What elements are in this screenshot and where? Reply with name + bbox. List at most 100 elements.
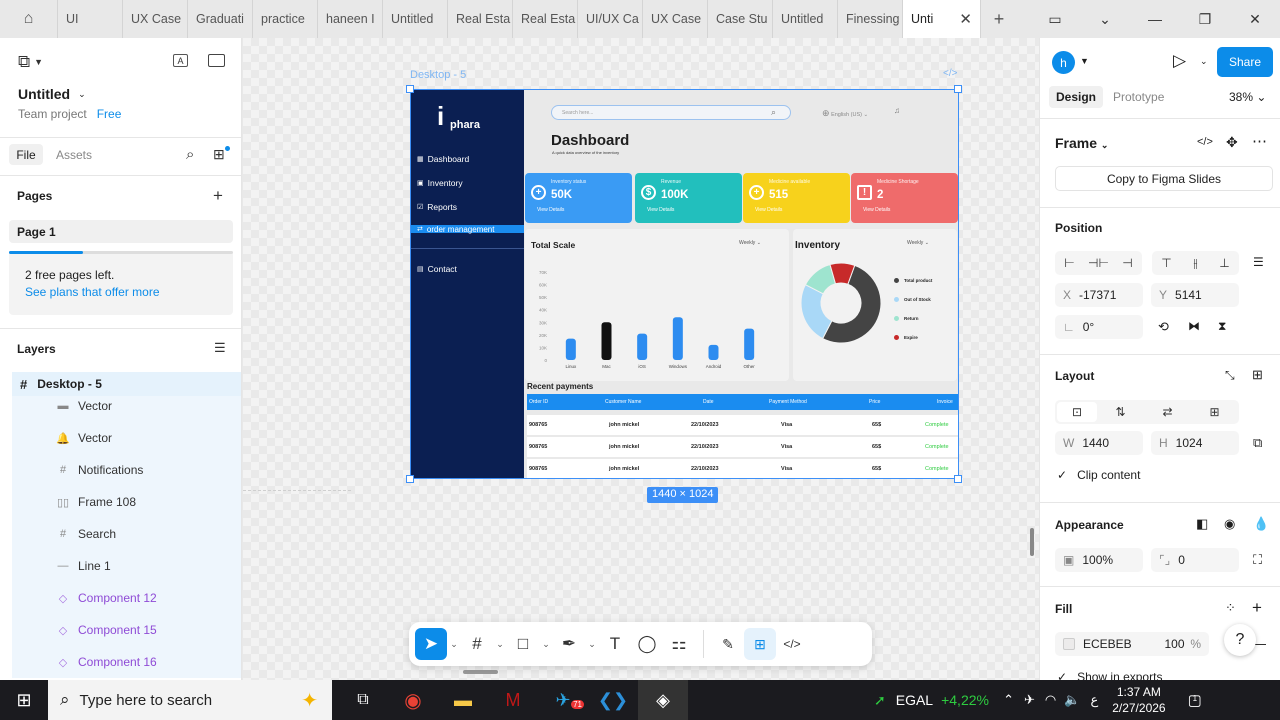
play-icon[interactable]: ▷ bbox=[1173, 51, 1186, 71]
notification-icon[interactable]: ▢ 1 bbox=[1188, 691, 1202, 709]
horizontal-scrollbar[interactable] bbox=[463, 670, 498, 674]
resize-handle[interactable] bbox=[406, 475, 414, 483]
file-explorer-icon[interactable]: ▬ bbox=[438, 690, 488, 711]
flip-horizontal-icon[interactable]: ⧓ bbox=[1188, 319, 1200, 333]
library-icon[interactable]: ⊞ bbox=[213, 146, 225, 163]
nav-dashboard[interactable]: ▦ Dashboard bbox=[411, 153, 524, 165]
corner-radius-field[interactable]: ⌜⌟ 0 bbox=[1151, 548, 1239, 572]
chevron-down-icon[interactable]: ⌄ bbox=[493, 639, 507, 650]
tab-13[interactable]: Finessing bbox=[838, 0, 903, 38]
frame-type[interactable]: Frame ⌄ bbox=[1055, 135, 1108, 151]
horizontal-layout-icon[interactable]: ⇄ bbox=[1144, 405, 1191, 419]
opacity-field[interactable]: ▣ 100% bbox=[1055, 548, 1143, 572]
layer-item[interactable]: ◇ Component 16 bbox=[12, 646, 241, 678]
layer-item[interactable]: # Notifications bbox=[12, 454, 241, 486]
tab-2[interactable]: UX Case bbox=[123, 0, 188, 38]
sidebar-toggle-icon[interactable] bbox=[208, 54, 225, 67]
align-right-icon[interactable]: ⊣ bbox=[1113, 256, 1142, 270]
tab-assets[interactable]: Assets bbox=[56, 148, 92, 162]
help-button[interactable]: ? bbox=[1224, 624, 1256, 656]
resize-to-fit-icon[interactable]: ⤡ bbox=[1225, 368, 1235, 383]
taskbar-search[interactable]: ⌕ Type here to search ✦ bbox=[48, 680, 332, 720]
layer-item[interactable]: ◇ Component 12 bbox=[12, 582, 241, 614]
tab-5[interactable]: haneen I bbox=[318, 0, 383, 38]
nav-reports[interactable]: ☑ Reports bbox=[411, 201, 524, 213]
collapse-layers-icon[interactable]: ☰ bbox=[214, 340, 226, 356]
layer-item[interactable]: ◇ Component 15 bbox=[12, 614, 241, 646]
nav-order-management[interactable]: ⇄ order management bbox=[411, 225, 524, 234]
nav-contact[interactable]: ▤ Contact bbox=[411, 263, 524, 275]
move-tool[interactable]: ➤ bbox=[415, 628, 447, 660]
layer-item[interactable]: — Line 1 bbox=[12, 550, 241, 582]
project-name[interactable]: Team project bbox=[18, 107, 87, 121]
telegram-icon[interactable]: ✈ 71 bbox=[538, 690, 588, 711]
align-bottom-icon[interactable]: ⊥ bbox=[1210, 256, 1239, 270]
copy-to-slides-button[interactable]: Copy to Figma Slides bbox=[1055, 166, 1273, 191]
chevron-down-icon[interactable]: ▼ bbox=[1080, 56, 1089, 66]
chevron-down-icon[interactable]: ⌄ bbox=[585, 639, 599, 650]
add-page-icon[interactable]: + bbox=[213, 186, 223, 206]
restore-button[interactable]: ❐ bbox=[1180, 11, 1230, 28]
rotate-90-icon[interactable]: ⟲ bbox=[1158, 319, 1169, 335]
desktop-5-frame[interactable]: i phara ▦ Dashboard ▣ Inventory ☑ Reports ⇄… bbox=[410, 89, 959, 479]
tab-prototype[interactable]: Prototype bbox=[1113, 90, 1164, 104]
stock-name[interactable]: EGAL bbox=[896, 692, 933, 708]
fill-swatch[interactable] bbox=[1063, 638, 1075, 650]
add-fill-icon[interactable]: + bbox=[1252, 598, 1262, 618]
zoom-level[interactable]: 38% ⌄ bbox=[1229, 90, 1266, 104]
height-field[interactable]: H 1024 bbox=[1151, 431, 1239, 455]
grid-layout-icon[interactable]: ⊞ bbox=[1191, 405, 1238, 419]
layer-item[interactable]: ▬ Vector bbox=[12, 396, 241, 422]
volume-icon[interactable]: 🔈 bbox=[1064, 692, 1080, 708]
vertical-scrollbar[interactable] bbox=[1030, 528, 1034, 556]
start-button[interactable]: ⊞ bbox=[0, 690, 48, 711]
close-tab-icon[interactable]: ✕ bbox=[959, 10, 972, 28]
design-mode-button[interactable]: ⊞ bbox=[744, 628, 776, 660]
tab-8[interactable]: Real Esta bbox=[513, 0, 578, 38]
tab-6[interactable]: Untitled bbox=[383, 0, 448, 38]
code-icon[interactable]: </> bbox=[1197, 136, 1213, 148]
layer-item[interactable]: ▯▯ Frame 108 bbox=[12, 486, 241, 518]
clock[interactable]: 1:37 AM 2/27/2026 bbox=[1112, 684, 1165, 716]
nav-inventory[interactable]: ▣ Inventory bbox=[411, 177, 524, 189]
search-icon[interactable]: ⌕ bbox=[186, 146, 194, 163]
figma-app-icon[interactable]: ◈ bbox=[638, 680, 688, 720]
x-field[interactable]: X -17371 bbox=[1055, 283, 1143, 307]
new-tab-button[interactable]: + bbox=[981, 9, 1017, 30]
tab-12[interactable]: Untitled bbox=[773, 0, 838, 38]
task-view-icon[interactable]: ⧉ bbox=[338, 691, 388, 709]
see-plans-link[interactable]: See plans that offer more bbox=[25, 285, 233, 299]
share-button[interactable]: Share bbox=[1217, 47, 1273, 77]
code-icon[interactable]: </> bbox=[943, 68, 957, 79]
tab-1[interactable]: UI bbox=[58, 0, 123, 38]
layer-item[interactable]: # Search bbox=[12, 518, 241, 550]
canvas[interactable]: Desktop - 5 </> i phara ▦ Dashboard ▣ Inve… bbox=[243, 38, 1039, 680]
tab-7[interactable]: Real Esta bbox=[448, 0, 513, 38]
chrome-icon[interactable]: ◉ bbox=[388, 688, 438, 713]
comment-tool[interactable]: ◯ bbox=[631, 628, 663, 660]
fill-styles-icon[interactable]: ⁘ bbox=[1225, 600, 1236, 616]
chevron-down-icon[interactable]: ⌄ bbox=[539, 639, 553, 650]
show-in-exports-checkbox[interactable]: ✓ Show in exports bbox=[1057, 670, 1162, 680]
align-top-icon[interactable]: ⊤ bbox=[1152, 256, 1181, 270]
font-icon[interactable]: A bbox=[173, 54, 188, 67]
mcafee-icon[interactable]: M bbox=[488, 690, 538, 711]
avatar[interactable]: h bbox=[1052, 51, 1075, 74]
resize-handle[interactable] bbox=[406, 85, 414, 93]
vertical-layout-icon[interactable]: ⇅ bbox=[1097, 405, 1144, 419]
chevron-up-icon[interactable]: ⌃ bbox=[1003, 692, 1014, 708]
auto-layout-icon[interactable]: ⊞ bbox=[1252, 367, 1263, 383]
frame-tool[interactable]: # bbox=[461, 628, 493, 660]
draw-mode-button[interactable]: ✎ bbox=[712, 628, 744, 660]
home-tab[interactable]: ⌂ bbox=[0, 0, 58, 38]
close-window-button[interactable]: ✕ bbox=[1230, 11, 1280, 28]
styles-icon[interactable]: ◧ bbox=[1196, 516, 1208, 532]
tab-design[interactable]: Design bbox=[1049, 86, 1104, 108]
align-center-h-icon[interactable]: ⊣⊢ bbox=[1084, 256, 1113, 270]
tab-4[interactable]: practice bbox=[253, 0, 318, 38]
align-left-icon[interactable]: ⊢ bbox=[1055, 256, 1084, 270]
main-menu-button[interactable]: ⧉ ▼ bbox=[18, 52, 43, 72]
distribute-icon[interactable]: ☰ bbox=[1253, 255, 1264, 269]
resize-handle[interactable] bbox=[954, 475, 962, 483]
independent-corners-icon[interactable]: ⛶ bbox=[1253, 552, 1262, 568]
